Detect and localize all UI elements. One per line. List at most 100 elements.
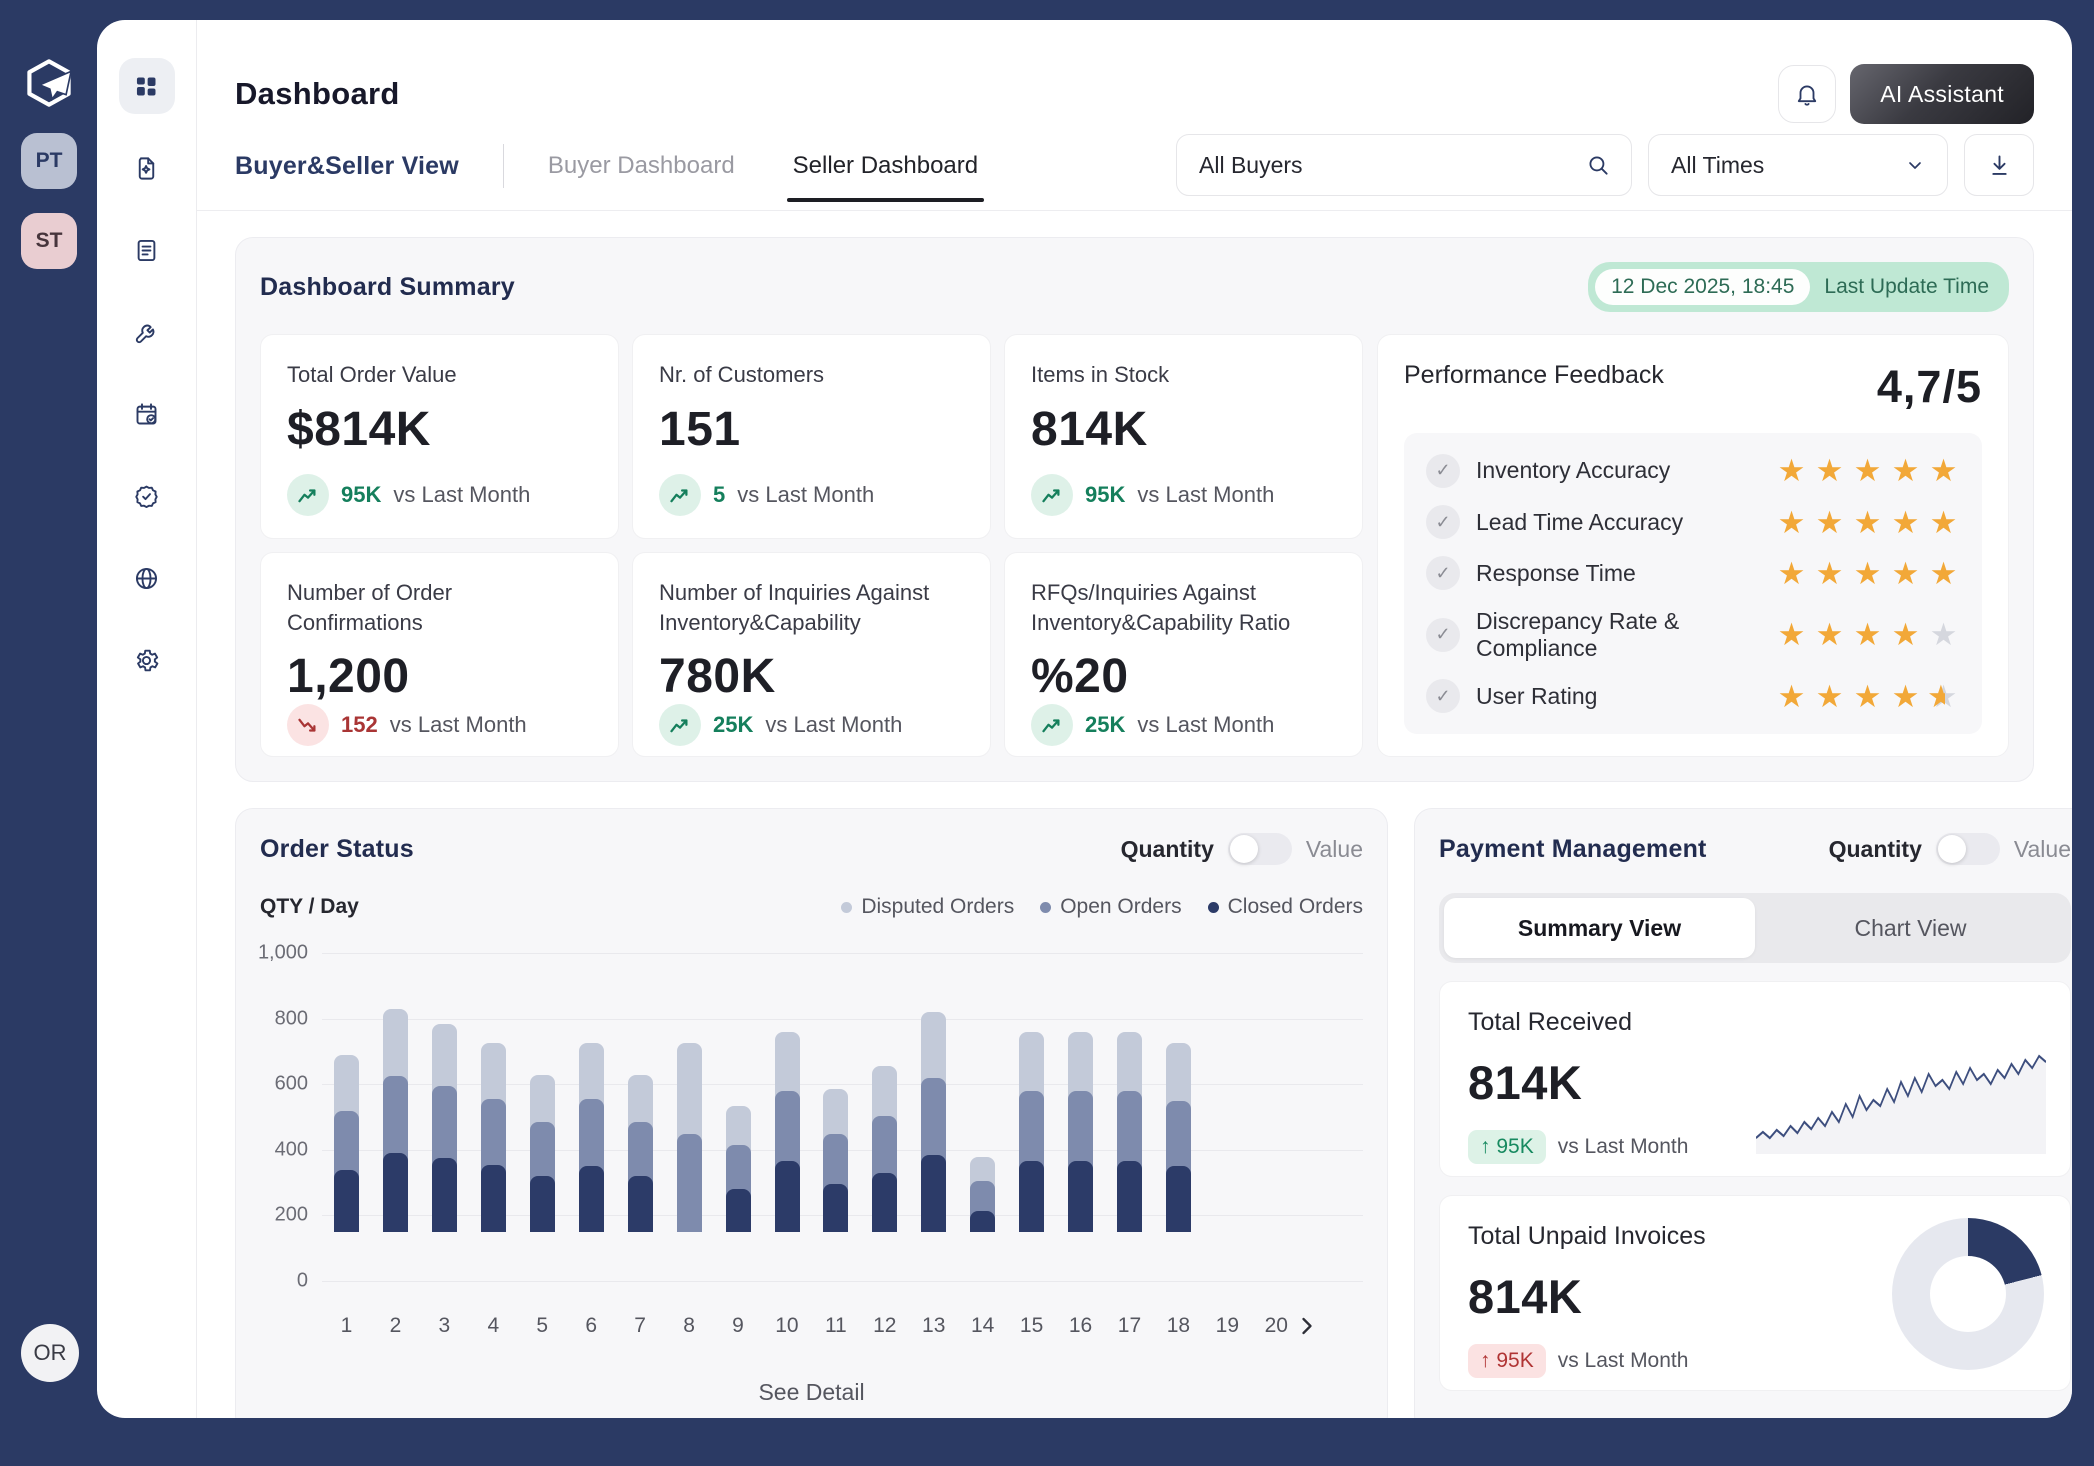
bar-segment-closed xyxy=(921,1155,946,1232)
bar-segment-closed xyxy=(383,1153,408,1232)
trend-circle xyxy=(1031,704,1073,746)
kpi-delta: 25Kvs Last Month xyxy=(1031,704,1336,746)
chart-next-page-button[interactable] xyxy=(1293,1311,1323,1341)
tab-buyer-dashboard[interactable]: Buyer Dashboard xyxy=(548,152,735,202)
stacked-bar xyxy=(1019,1032,1044,1232)
kpi-delta-suffix: vs Last Month xyxy=(390,712,527,738)
search-icon xyxy=(1585,152,1611,178)
kpi-value: 1,200 xyxy=(287,649,592,704)
kpi-label: Items in Stock xyxy=(1031,360,1336,390)
kpi-card: Total Order Value$814K95Kvs Last Month xyxy=(260,334,619,539)
star-icon: ★ xyxy=(1927,619,1960,650)
chart-legend: Disputed OrdersOpen OrdersClosed Orders xyxy=(841,895,1363,919)
dashboard-grid-icon xyxy=(133,73,160,100)
sidebar-item-tools[interactable] xyxy=(119,304,175,360)
x-axis-label: 5 xyxy=(518,1314,567,1338)
kpi-delta: 25Kvs Last Month xyxy=(659,704,964,746)
sidebar xyxy=(97,20,197,1418)
buyer-search-box[interactable] xyxy=(1176,134,1632,196)
kpi-card: Number of Order Confirmations1,200152vs … xyxy=(260,552,619,757)
bar-segment-closed xyxy=(726,1189,751,1232)
x-axis-label: 8 xyxy=(665,1314,714,1338)
bar-segment-closed xyxy=(1068,1161,1093,1232)
feedback-label: Inventory Accuracy xyxy=(1476,457,1670,484)
workspace-avatar-st[interactable]: ST xyxy=(21,213,77,269)
bar-segment-closed xyxy=(1019,1161,1044,1232)
chart-unit-label: QTY / Day xyxy=(260,895,359,919)
star-icon: ★ xyxy=(1813,681,1846,712)
star-icon: ★ xyxy=(1775,619,1808,650)
bell-icon xyxy=(1794,81,1820,107)
trend-up-icon xyxy=(1042,487,1062,504)
kpi-value: 151 xyxy=(659,402,964,457)
sidebar-item-settings[interactable] xyxy=(119,632,175,688)
x-axis-label: 12 xyxy=(860,1314,909,1338)
file-sparkle-icon xyxy=(133,155,160,182)
star-icon: ★ xyxy=(1927,455,1960,486)
download-button[interactable] xyxy=(1964,134,2034,196)
stacked-bar xyxy=(677,1043,702,1232)
feedback-row: ✓Lead Time Accuracy★★★★★ xyxy=(1426,505,1960,539)
see-detail-link[interactable]: See Detail xyxy=(260,1379,1363,1406)
stacked-bar xyxy=(1166,1043,1191,1232)
sidebar-item-dashboard[interactable] xyxy=(119,58,175,114)
switch-knob xyxy=(1938,835,1966,863)
tab-buyer-seller-view[interactable]: Buyer&Seller View xyxy=(235,152,459,181)
feedback-label: Discrepancy Rate & Compliance xyxy=(1476,608,1759,662)
bar-segment-closed xyxy=(970,1211,995,1232)
sidebar-item-global[interactable] xyxy=(119,550,175,606)
sidebar-item-smart-docs[interactable] xyxy=(119,140,175,196)
main-panel: Dashboard AI Assistant Buyer&Seller View xyxy=(97,20,2072,1418)
kpi-delta-suffix: vs Last Month xyxy=(393,482,530,508)
tab-summary-view[interactable]: Summary View xyxy=(1444,898,1755,958)
sidebar-item-quality[interactable] xyxy=(119,468,175,524)
notifications-button[interactable] xyxy=(1778,65,1836,123)
kpi-delta-value: 95K xyxy=(1085,482,1125,508)
gridline xyxy=(322,1281,1363,1282)
payment-quantity-value-switch[interactable] xyxy=(1936,833,2000,865)
tab-chart-view[interactable]: Chart View xyxy=(1755,898,2066,958)
star-icon: ★ xyxy=(1775,681,1808,712)
sidebar-item-notes[interactable] xyxy=(119,222,175,278)
kpi-delta-value: 25K xyxy=(1085,712,1125,738)
dashboard-scroll-area: Dashboard Summary 12 Dec 2025, 18:45 Las… xyxy=(197,211,2072,1418)
sidebar-item-schedule[interactable] xyxy=(119,386,175,442)
legend-item: Closed Orders xyxy=(1208,895,1363,919)
time-filter-select[interactable]: All Times xyxy=(1648,134,1948,196)
x-axis-label: 15 xyxy=(1007,1314,1056,1338)
stacked-bar xyxy=(1068,1032,1093,1232)
bar-segment-closed xyxy=(481,1165,506,1232)
chevron-right-icon xyxy=(1303,1319,1310,1333)
kpi-delta-suffix: vs Last Month xyxy=(765,712,902,738)
x-axis-label: 10 xyxy=(762,1314,811,1338)
star-icon: ★ xyxy=(1889,681,1922,712)
kpi-label: Number of Inquiries Against Inventory&Ca… xyxy=(659,578,964,637)
kpi-delta-suffix: vs Last Month xyxy=(737,482,874,508)
chevron-down-icon xyxy=(1903,153,1927,177)
content-area: Dashboard AI Assistant Buyer&Seller View xyxy=(197,20,2072,1418)
tab-seller-dashboard[interactable]: Seller Dashboard xyxy=(793,152,978,202)
x-axis-label: 9 xyxy=(714,1314,763,1338)
toggle-label-quantity[interactable]: Quantity xyxy=(1121,836,1214,863)
toggle-label-value[interactable]: Value xyxy=(2014,836,2071,863)
brand-rail: PT ST OR xyxy=(0,0,97,1466)
quantity-value-switch[interactable] xyxy=(1228,833,1292,865)
feedback-score: 4,7/5 xyxy=(1877,361,1982,413)
brand-logo[interactable] xyxy=(24,58,74,108)
filters: All Times xyxy=(1176,134,2034,210)
toggle-label-value[interactable]: Value xyxy=(1306,836,1363,863)
paper-plane-icon xyxy=(40,71,71,99)
stacked-bar xyxy=(823,1089,848,1232)
ai-assistant-button[interactable]: AI Assistant xyxy=(1850,64,2034,124)
star-icon: ★ xyxy=(1851,455,1884,486)
trend-up-icon xyxy=(1042,717,1062,734)
user-avatar[interactable]: OR xyxy=(21,1324,79,1382)
buyer-search-input[interactable] xyxy=(1199,152,1585,179)
toggle-label-quantity[interactable]: Quantity xyxy=(1829,836,1922,863)
star-icon: ★ xyxy=(1889,507,1922,538)
workspace-avatar-pt[interactable]: PT xyxy=(21,133,77,189)
feedback-title: Performance Feedback xyxy=(1404,361,1664,390)
x-axis-label: 17 xyxy=(1105,1314,1154,1338)
globe-icon xyxy=(133,565,160,592)
star-icon: ★ xyxy=(1813,558,1846,589)
